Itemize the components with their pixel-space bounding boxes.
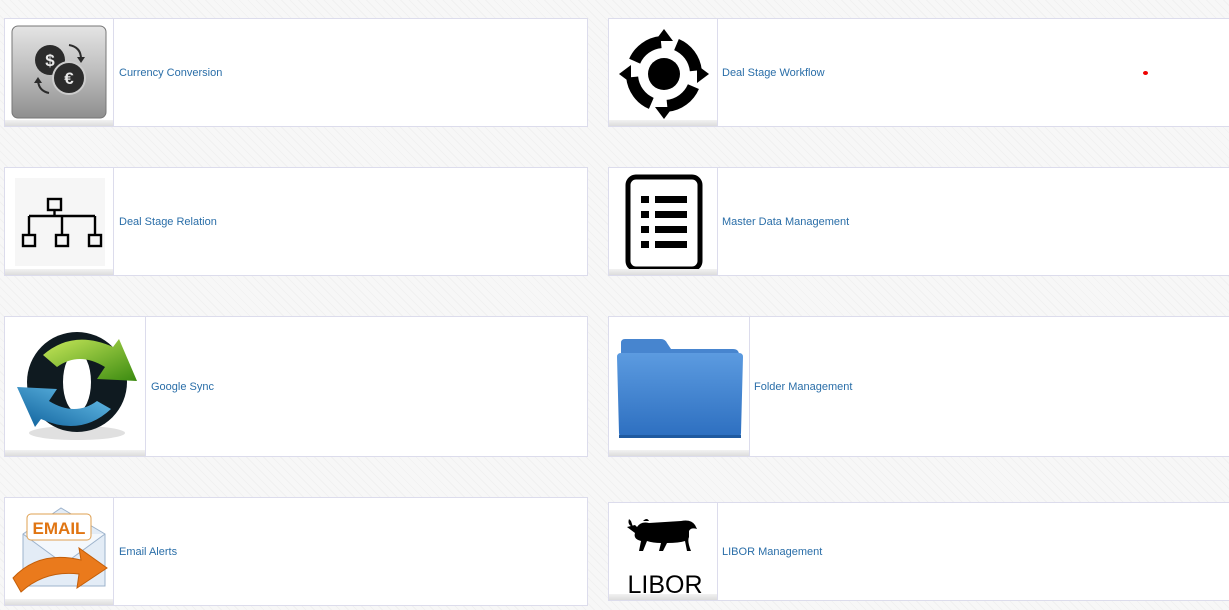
tile-deal-stage-relation[interactable]: Deal Stage Relation xyxy=(4,167,588,276)
icon-box xyxy=(5,317,146,456)
hierarchy-icon xyxy=(15,178,105,266)
tile-folder-management[interactable]: Folder Management xyxy=(608,316,1229,457)
libor-bull-logo-icon: LIBOR xyxy=(627,519,703,597)
tile-label[interactable]: Master Data Management xyxy=(722,216,849,228)
list-document-icon xyxy=(625,174,703,272)
tile-google-sync[interactable]: Google Sync xyxy=(4,316,588,457)
icon-box: $ € xyxy=(5,19,114,126)
tile-label[interactable]: Currency Conversion xyxy=(119,67,222,79)
tile-deal-stage-workflow[interactable]: Deal Stage Workflow xyxy=(608,18,1229,127)
icon-box: LIBOR xyxy=(609,503,718,600)
tile-label[interactable]: Deal Stage Workflow xyxy=(722,67,825,79)
folder-icon xyxy=(617,339,743,438)
svg-text:EMAIL: EMAIL xyxy=(33,519,86,538)
tile-label[interactable]: Folder Management xyxy=(754,381,852,393)
tile-label[interactable]: Deal Stage Relation xyxy=(119,216,217,228)
sync-arrows-icon xyxy=(17,332,137,440)
tile-currency-conversion[interactable]: $ € Currency Conversion xyxy=(4,18,588,127)
svg-text:€: € xyxy=(64,69,74,88)
icon-box xyxy=(5,168,114,275)
tile-email-alerts[interactable]: EMAIL Email Alerts xyxy=(4,497,588,606)
marker-dot xyxy=(1143,71,1148,75)
tile-label[interactable]: Google Sync xyxy=(151,381,214,393)
icon-box xyxy=(609,317,750,456)
tile-master-data-management[interactable]: Master Data Management xyxy=(608,167,1229,276)
email-envelope-icon: EMAIL xyxy=(12,507,108,593)
tile-label[interactable]: Email Alerts xyxy=(119,546,177,558)
icon-box xyxy=(609,19,718,126)
tile-libor-management[interactable]: LIBOR LIBOR Management xyxy=(608,502,1229,601)
svg-text:$: $ xyxy=(45,51,55,70)
tile-label[interactable]: LIBOR Management xyxy=(722,546,822,558)
icon-box: EMAIL xyxy=(5,498,114,605)
workflow-cycle-icon xyxy=(619,29,709,119)
currency-conversion-icon: $ € xyxy=(11,25,107,119)
icon-box xyxy=(609,168,718,275)
libor-logo-text: LIBOR xyxy=(627,571,702,597)
